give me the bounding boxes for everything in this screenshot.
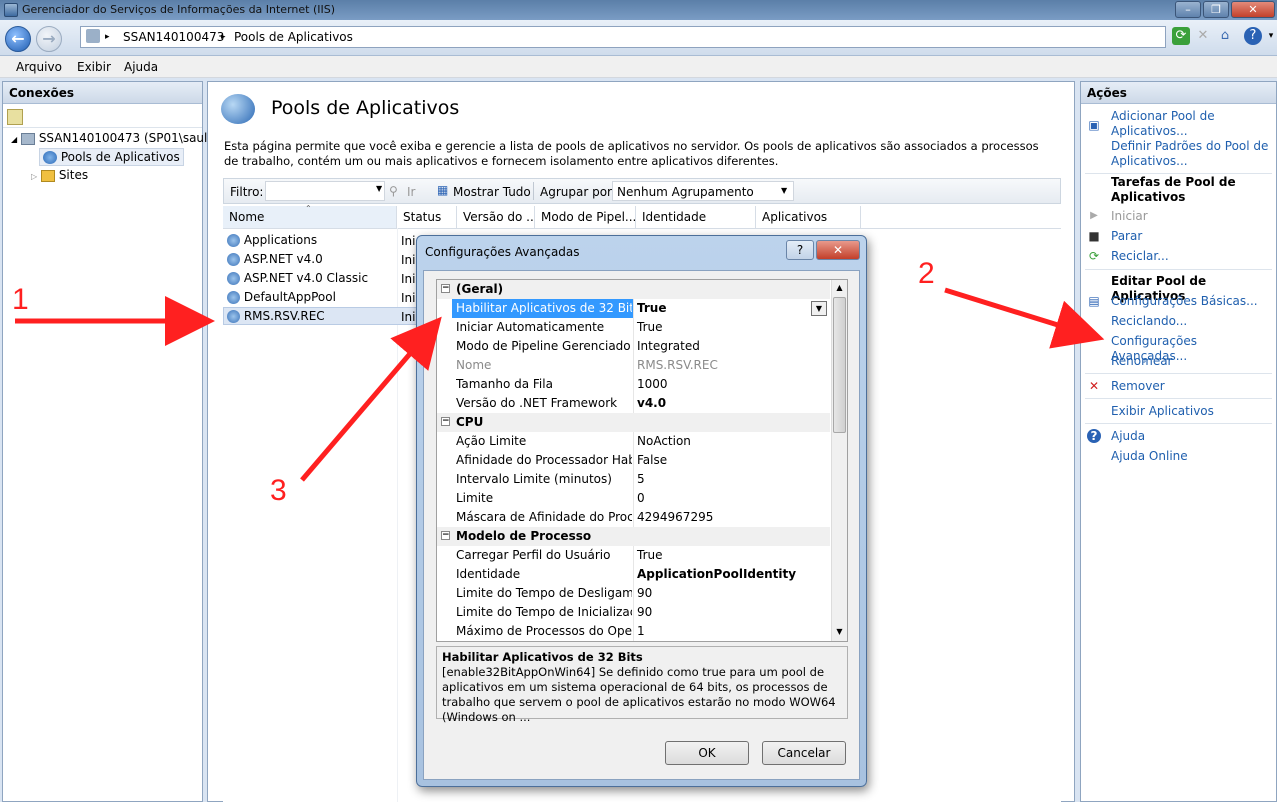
arrow-3 — [300, 316, 442, 482]
arrow-2 — [944, 287, 1105, 349]
annotation-arrows — [15, 287, 1105, 482]
annotation-label-1: 1 — [12, 283, 29, 316]
annotation-label-3: 3 — [270, 474, 287, 507]
annotation-label-2: 2 — [918, 257, 935, 290]
